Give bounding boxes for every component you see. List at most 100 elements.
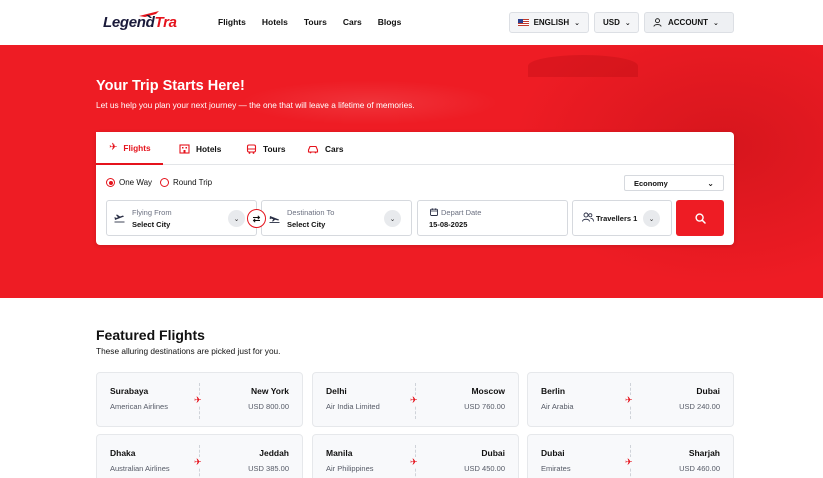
flight-price: USD 385.00 [248,464,289,473]
flight-origin: Berlin [541,386,566,396]
plane-icon: ✈ [410,395,418,405]
hero-subtitle: Let us help you plan your next journey —… [96,100,415,110]
menu-item-tours[interactable]: Tours [304,17,327,27]
trip-type-one-way[interactable]: One Way [106,178,152,187]
flight-airline: Emirates [541,464,571,473]
flight-origin: Dubai [541,448,565,458]
flight-destination: New York [251,386,289,396]
language-selector[interactable]: ENGLISH ⌄ [509,12,589,33]
tab-label: Cars [325,143,344,154]
field-label: Depart Date [441,208,482,217]
radio-unchecked-icon [160,178,169,187]
flight-origin: Manila [326,448,353,458]
featured-subtitle: These alluring destinations are picked j… [96,346,281,356]
field-value: Select City [287,220,326,229]
logo[interactable]: LegendTra [103,9,183,35]
menu-item-cars[interactable]: Cars [343,17,362,27]
field-value: Select City [132,220,171,229]
flight-airline: American Airlines [110,402,168,411]
cabin-class-select[interactable]: Economy ⌄ [624,175,724,191]
cabin-class-value: Economy [634,178,668,188]
tab-label: Flights [123,142,151,153]
logo-text-part1: Legend [103,14,155,31]
flight-card[interactable]: Delhi Moscow ✈ Air India Limited USD 760… [312,372,519,427]
plane-icon: ✈ [194,457,202,467]
takeoff-icon [114,214,125,223]
search-icon [694,212,706,224]
swap-arrows-icon [252,214,261,223]
radio-checked-icon [106,178,115,187]
trip-type-round-trip[interactable]: Round Trip [160,178,212,187]
flight-card[interactable]: Dubai Sharjah ✈ Emirates USD 460.00 [527,434,734,478]
trip-type-label: One Way [119,178,153,187]
destination-to-field[interactable]: Destination To Select City ⌄ [261,200,412,236]
flight-destination: Moscow [471,386,505,396]
menu-item-hotels[interactable]: Hotels [262,17,288,27]
tab-tours[interactable]: Tours [233,132,298,165]
flight-card[interactable]: Manila Dubai ✈ Air Philippines USD 450.0… [312,434,519,478]
flight-destination: Sharjah [688,448,720,458]
flight-card[interactable]: Surabaya New York ✈ American Airlines US… [96,372,303,427]
chevron-down-icon: ⌄ [624,19,631,27]
field-value: 15-08-2025 [429,220,468,229]
account-label: ACCOUNT [668,18,708,27]
currency-selector[interactable]: USD ⌄ [594,12,639,33]
tab-flights[interactable]: ✈ Flights [96,132,163,165]
currency-label: USD [603,18,620,27]
chevron-down-icon[interactable]: ⌄ [384,210,401,227]
car-icon [307,145,319,153]
flight-card[interactable]: Dhaka Jeddah ✈ Australian Airlines USD 3… [96,434,303,478]
umbrella-silhouette [528,55,638,77]
hero-title: Your Trip Starts Here! [96,78,245,94]
flight-price: USD 240.00 [679,402,720,411]
logo-text: LegendTra [103,14,177,31]
flying-from-field[interactable]: Flying From Select City ⌄ [106,200,257,236]
landing-icon [269,216,280,223]
plane-icon: ✈ [194,395,202,405]
bus-icon [246,143,257,154]
menu-item-blogs[interactable]: Blogs [378,17,402,27]
top-navbar: LegendTra Flights Hotels Tours Cars Blog… [0,0,823,45]
tab-label: Tours [263,143,286,154]
tab-cars[interactable]: Cars [294,132,356,165]
plane-icon: ✈ [625,457,633,467]
users-icon [582,212,594,222]
search-button[interactable] [676,200,724,236]
search-tabs: ✈ Flights Hotels Tours Cars [96,132,734,165]
flight-origin: Dhaka [110,448,136,458]
main-menu: Flights Hotels Tours Cars Blogs [218,17,417,27]
plane-icon: ✈ [625,395,633,405]
calendar-icon [430,208,438,216]
plane-icon: ✈ [109,142,118,153]
logo-text-part2: Tra [154,14,177,31]
flight-price: USD 760.00 [464,402,505,411]
flight-airline: Air Philippines [326,464,374,473]
travellers-field[interactable]: Travellers 1 ⌄ [572,200,672,236]
language-label: ENGLISH [533,18,570,27]
chevron-down-icon[interactable]: ⌄ [228,210,245,227]
flight-airline: Air Arabia [541,402,574,411]
search-card: ✈ Flights Hotels Tours Cars One Way Roun… [96,132,734,245]
account-menu[interactable]: ACCOUNT ⌄ [644,12,734,33]
flight-card[interactable]: Berlin Dubai ✈ Air Arabia USD 240.00 [527,372,734,427]
flight-destination: Jeddah [259,448,289,458]
flight-price: USD 800.00 [248,402,289,411]
flight-origin: Delhi [326,386,347,396]
chevron-down-icon: ⌄ [574,19,580,27]
depart-date-field[interactable]: Depart Date 15-08-2025 [417,200,568,236]
tab-label: Hotels [196,143,222,154]
flight-airline: Air India Limited [326,402,380,411]
flight-destination: Dubai [481,448,505,458]
flight-origin: Surabaya [110,386,149,396]
tab-hotels[interactable]: Hotels [166,132,234,165]
featured-title: Featured Flights [96,327,205,343]
chevron-down-icon: ⌄ [707,178,714,188]
trip-type-label: Round Trip [173,178,213,187]
chevron-down-icon[interactable]: ⌄ [643,210,660,227]
plane-icon: ✈ [410,457,418,467]
flight-destination: Dubai [696,386,720,396]
menu-item-flights[interactable]: Flights [218,17,246,27]
travellers-value: Travellers 1 [596,214,638,223]
swap-cities-button[interactable] [247,209,266,228]
flight-price: USD 460.00 [679,464,720,473]
